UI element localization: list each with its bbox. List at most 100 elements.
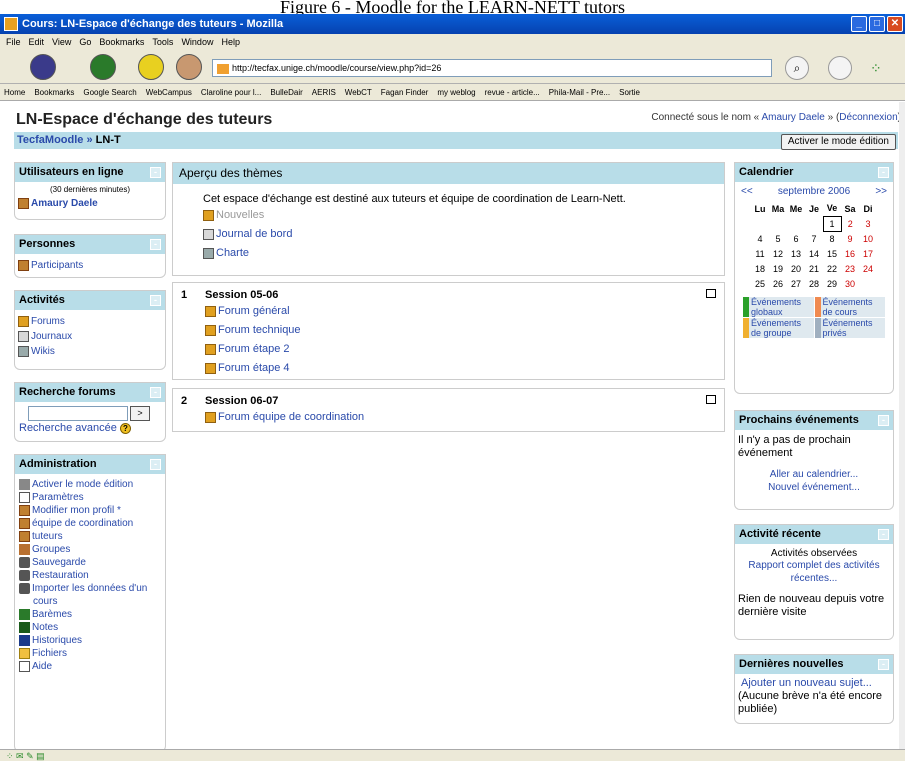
search-go-button[interactable]: > — [130, 406, 150, 421]
edit-mode-button[interactable]: Activer le mode édition — [780, 134, 896, 150]
legend-group-events[interactable]: Événements de groupe — [743, 318, 814, 338]
search-icon[interactable]: ⌕ — [785, 56, 809, 80]
forward-button[interactable] — [90, 54, 116, 80]
new-event-link[interactable]: Nouvel événement... — [768, 482, 860, 493]
bookmark-item[interactable]: Claroline pour l... — [201, 84, 261, 100]
bookmark-item[interactable]: revue - article... — [485, 84, 540, 100]
print-icon[interactable] — [828, 56, 852, 80]
menu-view[interactable]: View — [52, 34, 71, 50]
bookmark-item[interactable]: Phila-Mail - Pre... — [549, 84, 610, 100]
collapse-icon[interactable]: - — [150, 239, 161, 250]
activity-forums-link[interactable]: Forums — [31, 316, 65, 327]
weekday-label: Je — [808, 203, 819, 214]
bookmark-item[interactable]: WebCT — [345, 84, 372, 100]
menu-tools[interactable]: Tools — [152, 34, 173, 50]
login-mid: » ( — [827, 112, 840, 123]
collapse-icon[interactable]: - — [150, 295, 161, 306]
logout-link[interactable]: Déconnexion — [839, 112, 897, 123]
menu-file[interactable]: File — [6, 34, 21, 50]
activity-wikis-link[interactable]: Wikis — [31, 346, 55, 357]
collapse-icon[interactable]: - — [878, 167, 889, 178]
menu-window[interactable]: Window — [181, 34, 213, 50]
pencil-icon — [19, 478, 30, 490]
collapse-icon[interactable]: - — [878, 415, 889, 426]
collapse-icon[interactable]: - — [878, 529, 889, 540]
collapse-icon[interactable]: - — [150, 459, 161, 470]
stop-button[interactable] — [176, 54, 202, 80]
participants-link[interactable]: Participants — [31, 260, 83, 271]
admin-edit-mode-link[interactable]: Activer le mode édition — [32, 479, 133, 490]
news-link[interactable]: Nouvelles — [216, 209, 264, 221]
bookmark-item[interactable]: BulleDair — [270, 84, 302, 100]
bookmark-item[interactable]: Bookmarks — [34, 84, 74, 100]
legend-course-events[interactable]: Événements de cours — [814, 297, 885, 317]
back-button[interactable] — [30, 54, 56, 80]
legend-global-events[interactable]: Événements globaux — [743, 297, 814, 317]
bookmark-item[interactable]: Home — [4, 84, 25, 100]
block-activities: Activités - Forums Journaux Wikis — [14, 290, 166, 370]
bookmark-item[interactable]: WebCampus — [146, 84, 192, 100]
admin-profile-link[interactable]: Modifier mon profil * — [32, 505, 121, 516]
help-icon[interactable]: ? — [119, 423, 131, 434]
admin-grades-link[interactable]: Notes — [32, 622, 58, 633]
calendar-day: 22 — [826, 263, 837, 274]
admin-settings-link[interactable]: Paramètres — [32, 492, 84, 503]
calendar-month[interactable]: septembre 2006 — [778, 186, 850, 197]
import-icon — [19, 582, 30, 594]
admin-files-link[interactable]: Fichiers — [32, 648, 67, 659]
admin-coordination-link[interactable]: équipe de coordination — [32, 518, 133, 529]
forum-link[interactable]: Forum étape 2 — [218, 343, 290, 355]
admin-import-link[interactable]: Importer les données d'un cours — [32, 583, 147, 607]
admin-backup-link[interactable]: Sauvegarde — [32, 557, 86, 568]
maximize-button[interactable]: □ — [869, 16, 885, 32]
admin-logs-link[interactable]: Historiques — [32, 635, 82, 646]
menu-go[interactable]: Go — [79, 34, 91, 50]
legend-private-events[interactable]: Événements privés — [814, 318, 885, 338]
bookmark-item[interactable]: my weblog — [437, 84, 475, 100]
full-report-link[interactable]: Rapport complet des activités récentes..… — [748, 560, 879, 584]
breadcrumb-home[interactable]: TecfaMoodle — [17, 134, 83, 146]
collapse-icon[interactable]: - — [150, 387, 161, 398]
journal-link[interactable]: Journal de bord — [216, 228, 292, 240]
minimize-button[interactable]: _ — [851, 16, 867, 32]
close-button[interactable]: ✕ — [887, 16, 903, 32]
url-field[interactable]: http://tecfax.unige.ch/moodle/course/vie… — [212, 59, 772, 77]
wiki-icon — [203, 247, 214, 259]
admin-restore-link[interactable]: Restauration — [32, 570, 89, 581]
forum-search-input[interactable] — [28, 406, 128, 421]
user-link[interactable]: Amaury Daele — [761, 112, 824, 123]
menu-help[interactable]: Help — [221, 34, 240, 50]
calendar-grid: Lu Ma Me Je Ve Sa Di 1 2 3 4 5 6 7 8 9 1… — [751, 201, 877, 291]
goto-calendar-link[interactable]: Aller au calendrier... — [770, 469, 858, 480]
forum-link[interactable]: Forum général — [218, 305, 290, 317]
calendar-day-today[interactable]: 1 — [822, 215, 842, 232]
admin-tutors-link[interactable]: tuteurs — [32, 531, 63, 542]
collapse-icon[interactable]: - — [878, 659, 889, 670]
collapse-icon[interactable]: - — [150, 167, 161, 178]
prev-month-link[interactable]: << — [741, 186, 753, 197]
next-month-link[interactable]: >> — [875, 186, 887, 197]
charter-link[interactable]: Charte — [216, 247, 249, 259]
calendar-day — [769, 216, 787, 231]
menu-bookmarks[interactable]: Bookmarks — [99, 34, 144, 50]
window-titlebar: Cours: LN-Espace d'échange des tuteurs -… — [0, 14, 905, 34]
forum-link[interactable]: Forum technique — [218, 324, 301, 336]
bookmark-item[interactable]: Fagan Finder — [381, 84, 429, 100]
admin-help-link[interactable]: Aide — [32, 661, 52, 672]
admin-scales-link[interactable]: Barèmes — [32, 609, 72, 620]
online-user-link[interactable]: Amaury Daele — [31, 198, 98, 209]
vertical-scrollbar[interactable] — [899, 102, 905, 749]
reload-button[interactable] — [138, 54, 164, 80]
section-toggle[interactable] — [706, 289, 716, 298]
bookmark-item[interactable]: AERIS — [312, 84, 336, 100]
advanced-search-link[interactable]: Recherche avancée — [19, 422, 117, 434]
bookmark-item[interactable]: Sortie — [619, 84, 640, 100]
forum-link[interactable]: Forum équipe de coordination — [218, 411, 364, 423]
admin-groups-link[interactable]: Groupes — [32, 544, 70, 555]
section-toggle[interactable] — [706, 395, 716, 404]
bookmark-item[interactable]: Google Search — [83, 84, 136, 100]
activity-journals-link[interactable]: Journaux — [31, 331, 72, 342]
add-topic-link[interactable]: Ajouter un nouveau sujet... — [741, 677, 872, 689]
forum-link[interactable]: Forum étape 4 — [218, 362, 290, 374]
menu-edit[interactable]: Edit — [29, 34, 45, 50]
